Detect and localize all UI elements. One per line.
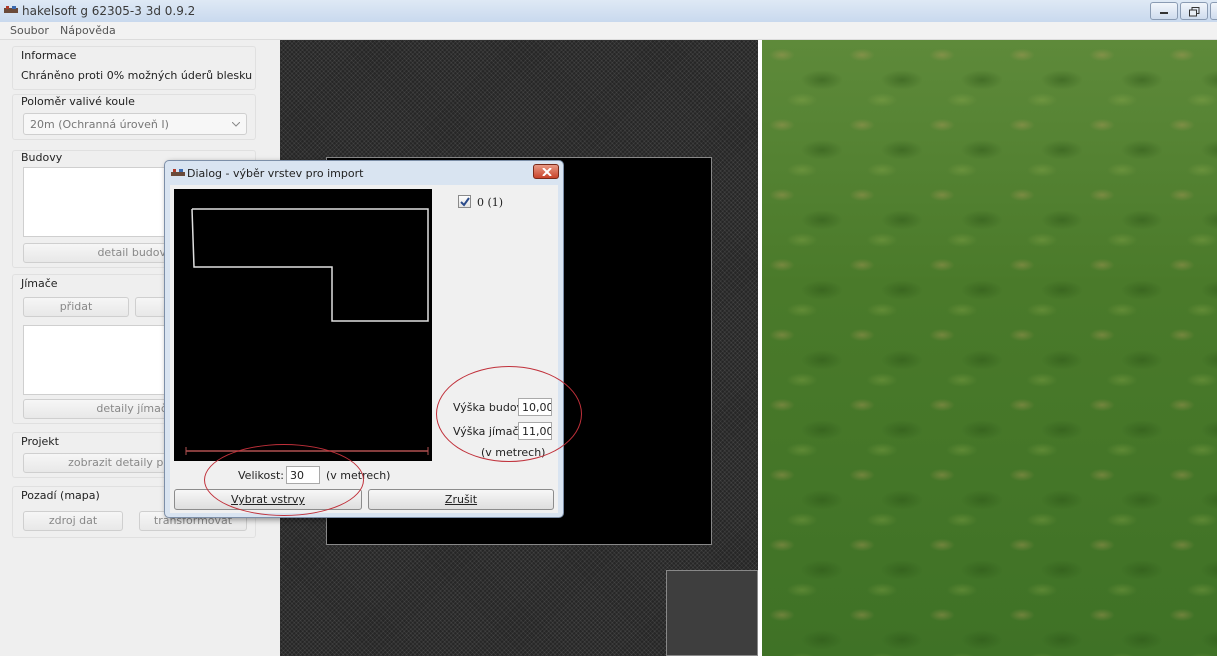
minimize-icon [1160,12,1168,14]
buildings-title: Budovy [21,151,63,164]
cancel-label: Zrušit [444,493,478,506]
dialog-titlebar[interactable]: Dialog - výběr vrstev pro import [165,161,563,185]
restore-button[interactable] [1180,2,1208,20]
protection-status: Chráněno proti 0% možných úderů blesku [21,69,253,82]
window-titlebar: hakelsoft g 62305-3 3d 0.9.2 [0,0,1217,22]
terrain-3d-view[interactable] [762,40,1217,656]
cancel-button[interactable]: Zrušit [368,489,554,510]
add-rod-button[interactable]: přidat [23,297,129,317]
info-group: Informace Chráněno proti 0% možných úder… [12,46,256,90]
menu-napoveda[interactable]: Nápověda [60,24,116,37]
dialog-app-icon [171,169,185,176]
close-icon [542,168,552,176]
annotation-ellipse-heights [436,366,582,462]
menu-soubor[interactable]: Soubor [10,24,49,37]
radius-title: Poloměr valivé koule [21,95,135,108]
dialog-close-button[interactable] [533,164,559,179]
rods-title: Jímače [21,277,58,290]
annotation-ellipse-size [204,444,364,516]
radius-select[interactable]: 20m (Ochranná úroveň I) [23,113,247,135]
app-icon [4,6,18,13]
background-title: Pozadí (mapa) [21,489,100,502]
navigator-square[interactable] [666,570,758,656]
checkmark-icon [460,197,470,207]
window-title: hakelsoft g 62305-3 3d 0.9.2 [22,4,196,18]
dialog-title: Dialog - výběr vrstev pro import [187,167,364,180]
project-title: Projekt [21,435,59,448]
radius-group: Poloměr valivé koule 20m (Ochranná úrove… [12,94,256,140]
info-title: Informace [21,49,77,62]
minimize-button[interactable] [1150,2,1178,20]
chevron-down-icon [232,122,240,127]
menu-bar: Soubor Nápověda [0,22,1217,40]
layer-label: 0 (1) [477,196,504,209]
restore-icon [1189,7,1200,17]
close-button[interactable] [1210,2,1217,20]
layer-preview [174,189,432,461]
data-source-button[interactable]: zdroj dat [23,511,123,531]
building-outline [191,208,429,322]
layer-checkbox[interactable] [458,195,471,208]
radius-selected-value: 20m (Ochranná úroveň I) [30,118,169,131]
